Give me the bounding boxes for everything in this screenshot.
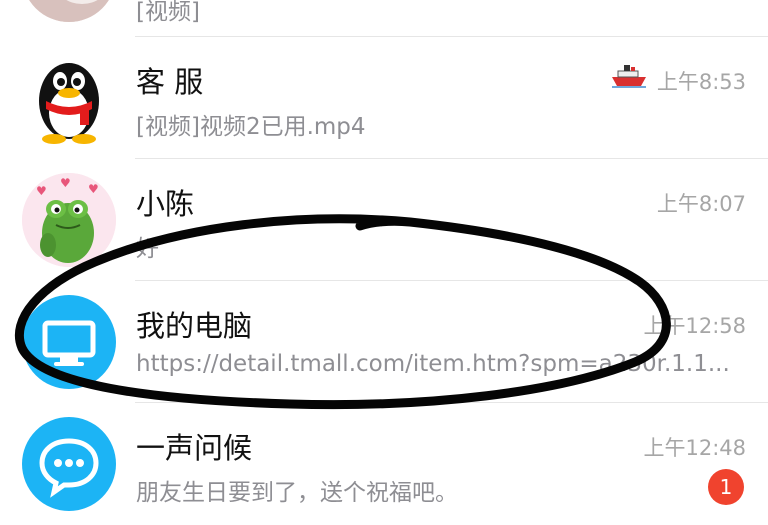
chat-bubble-icon xyxy=(22,417,116,511)
chat-time: 上午8:07 xyxy=(656,192,746,216)
svg-text:♥: ♥ xyxy=(88,182,99,196)
unread-badge: 1 xyxy=(708,469,744,505)
svg-text:♥: ♥ xyxy=(36,184,47,198)
frog-avatar-icon: ♥ ♥ ♥ xyxy=(22,173,116,267)
chat-row-my-computer[interactable]: 我的电脑 https://detail.tmall.com/item.htm?s… xyxy=(0,281,768,403)
chat-list: [视频] 客 服 [视频]视频2已用.mp4 上午8:53 ♥ ♥ ♥ 小陈 好… xyxy=(0,0,768,525)
chat-name: 一声问候 xyxy=(136,431,253,465)
chat-preview: 朋友生日要到了，送个祝福吧。 xyxy=(136,480,458,506)
chat-preview: [视频]视频2已用.mp4 xyxy=(136,114,366,140)
ship-icon xyxy=(612,65,646,88)
chat-time: 上午8:53 xyxy=(656,70,746,94)
chat-time: 上午12:48 xyxy=(643,436,746,460)
chat-preview: 好 xyxy=(136,236,159,262)
chat-row-customer-service[interactable]: 客 服 [视频]视频2已用.mp4 上午8:53 xyxy=(0,37,768,159)
chat-name: 小陈 xyxy=(136,187,195,221)
chat-preview: https://detail.tmall.com/item.htm?spm=a2… xyxy=(136,351,730,377)
chat-name: 客 服 xyxy=(136,65,204,99)
chat-time: 上午12:58 xyxy=(643,314,746,338)
chat-row-photo[interactable]: [视频] xyxy=(0,0,768,36)
chat-name: 我的电脑 xyxy=(136,309,253,343)
chat-row-greetings[interactable]: 一声问候 朋友生日要到了，送个祝福吧。 上午12:48 1 xyxy=(0,403,768,525)
photo-avatar-icon xyxy=(22,0,116,22)
chat-row-xiaochen[interactable]: ♥ ♥ ♥ 小陈 好 上午8:07 xyxy=(0,159,768,281)
monitor-icon xyxy=(22,295,116,389)
penguin-icon xyxy=(22,51,116,145)
chat-preview: [视频] xyxy=(136,0,200,25)
svg-text:♥: ♥ xyxy=(60,176,71,190)
